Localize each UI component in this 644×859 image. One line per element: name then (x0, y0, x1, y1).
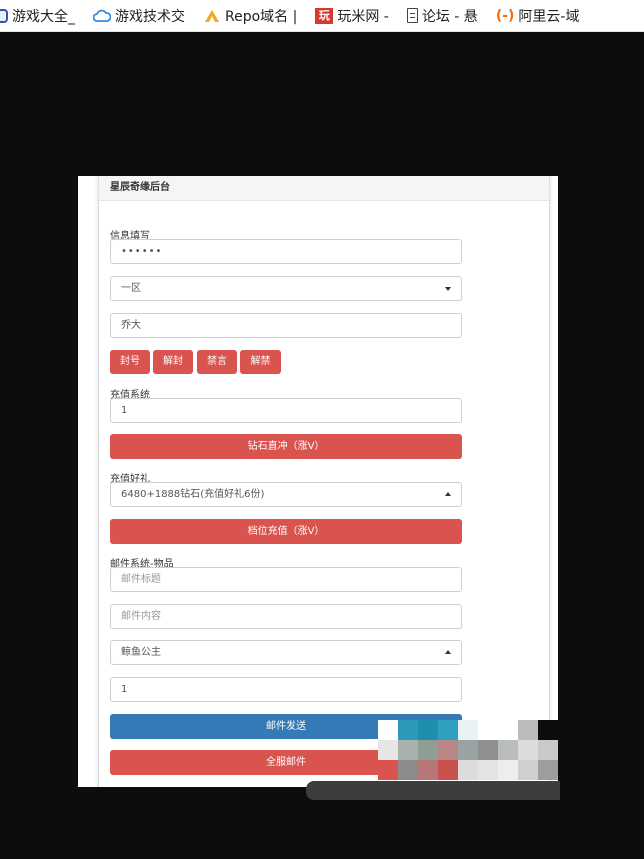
gift-select[interactable]: 6480+1888钻石(充值好礼6份) (110, 482, 462, 507)
unmute-button[interactable]: 解禁 (240, 350, 281, 374)
password-input[interactable]: •••••• (110, 239, 462, 264)
item-quantity-input[interactable]: 1 (110, 677, 462, 702)
mail-title-input[interactable]: 邮件标题 (110, 567, 462, 592)
caret-up-icon (445, 492, 451, 496)
bookmarks-bar: 游戏大全_ 游戏技术交 Repo域名 | 玩 玩米网 - 论坛 - 悬 (-) … (0, 0, 644, 32)
bookmark-label: 游戏技术交 (115, 8, 185, 25)
mute-button[interactable]: 禁言 (197, 350, 237, 374)
pixelation-smear (306, 781, 560, 800)
bookmark-label: 游戏大全_ (12, 8, 75, 25)
server-select[interactable]: 一区 (110, 276, 462, 301)
player-name-input[interactable]: 乔大 (110, 313, 462, 338)
admin-panel: 星辰奇缘后台 信息填写 •••••• 一区 乔大 封号 解封 禁言 解禁 充值系… (98, 176, 550, 787)
gamepad-icon (0, 8, 8, 23)
item-select-value: 鲸鱼公主 (121, 647, 161, 658)
bookmark-item[interactable]: 游戏大全_ (0, 6, 75, 26)
bookmark-label: 玩米网 - (337, 8, 389, 25)
aliyun-icon: (-) (495, 7, 515, 24)
mail-content-input[interactable]: 邮件内容 (110, 604, 462, 629)
bookmark-item[interactable]: 游戏技术交 (93, 6, 185, 26)
cloud-icon (93, 9, 111, 22)
bookmark-item[interactable]: 玩 玩米网 - (315, 6, 389, 26)
bookmark-item[interactable]: (-) 阿里云-域 (496, 6, 580, 26)
unban-button[interactable]: 解封 (153, 350, 193, 374)
ban-button[interactable]: 封号 (110, 350, 150, 374)
recharge-amount-input[interactable]: 1 (110, 398, 462, 423)
bookmark-label: 阿里云-域 (518, 8, 580, 25)
diamond-recharge-button[interactable]: 钻石直冲（涨V） (110, 434, 462, 459)
server-select-value: 一区 (121, 283, 141, 294)
caret-up-icon (445, 650, 451, 654)
caret-down-icon (445, 287, 451, 291)
gift-select-value: 6480+1888钻石(充值好礼6份) (121, 489, 265, 500)
repo-icon (203, 8, 221, 24)
bookmark-item[interactable]: 论坛 - 悬 (406, 6, 478, 26)
pixelation-overlay (378, 720, 558, 780)
item-select[interactable]: 鲸鱼公主 (110, 640, 462, 665)
tier-recharge-button[interactable]: 档位充值（涨V） (110, 519, 462, 544)
wanmi-icon: 玩 (315, 7, 334, 24)
bookmark-item[interactable]: Repo域名 | (203, 6, 297, 26)
document-icon (406, 8, 418, 23)
bookmark-label: Repo域名 | (225, 8, 298, 25)
bookmark-label: 论坛 - 悬 (421, 8, 478, 25)
panel-title: 星辰奇缘后台 (99, 176, 549, 201)
